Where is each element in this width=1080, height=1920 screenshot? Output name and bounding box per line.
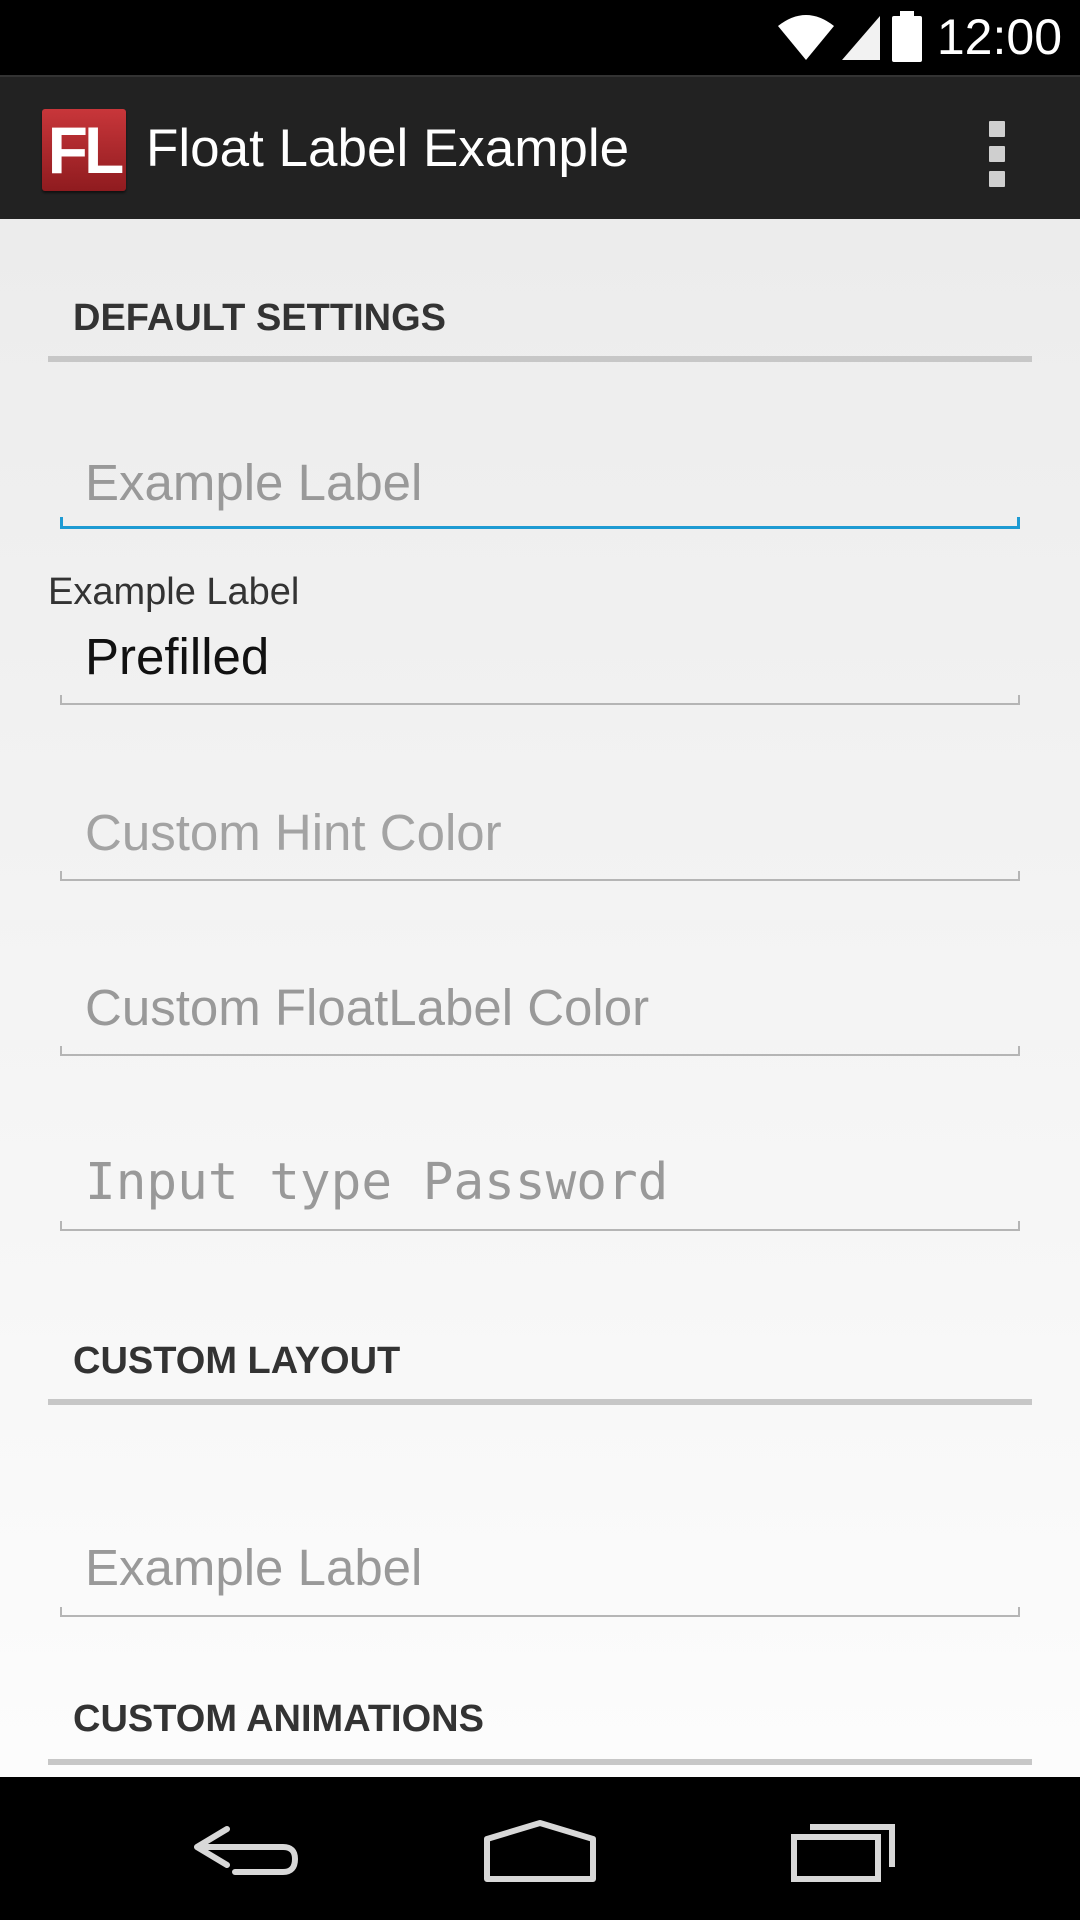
- custom-hint-color-field[interactable]: Custom Hint Color: [60, 799, 1020, 885]
- field-underline: [60, 695, 1020, 705]
- section-divider: [48, 1399, 1032, 1405]
- custom-layout-example-field[interactable]: Example Label: [60, 1536, 1020, 1622]
- app-logo-text: FL: [47, 113, 125, 187]
- custom-layout-example-hint: Example Label: [85, 1539, 423, 1596]
- action-bar: FL Float Label Example: [0, 75, 1080, 219]
- field-underline: [60, 1046, 1020, 1056]
- field-underline: [60, 1607, 1020, 1617]
- content-scroll[interactable]: DEFAULT SETTINGS Example Label Example L…: [0, 219, 1080, 1777]
- wifi-icon: [778, 15, 834, 60]
- status-bar: 12:00: [0, 0, 1080, 75]
- custom-hint-color-hint: Custom Hint Color: [85, 804, 502, 861]
- battery-icon: [892, 16, 922, 62]
- navigation-bar: [0, 1777, 1080, 1920]
- section-divider: [48, 356, 1032, 362]
- app-logo[interactable]: FL: [42, 109, 126, 191]
- home-icon[interactable]: [465, 1797, 615, 1897]
- field-underline: [60, 871, 1020, 881]
- example-label-field[interactable]: Example Label: [60, 439, 1020, 529]
- status-time: 12:00: [936, 9, 1062, 65]
- recents-icon[interactable]: [770, 1797, 920, 1897]
- overflow-menu-icon[interactable]: [970, 117, 1024, 191]
- section-title-custom-animations: CUSTOM ANIMATIONS: [73, 1698, 484, 1740]
- field-underline: [60, 517, 1020, 529]
- custom-floatlabel-color-field[interactable]: Custom FloatLabel Color: [60, 974, 1020, 1060]
- section-title-custom-layout: CUSTOM LAYOUT: [73, 1340, 401, 1382]
- section-title-default-settings: DEFAULT SETTINGS: [73, 297, 446, 339]
- example-label-hint: Example Label: [85, 454, 423, 511]
- field-underline: [60, 1221, 1020, 1231]
- custom-floatlabel-color-hint: Custom FloatLabel Color: [85, 979, 650, 1036]
- signal-icon: [842, 16, 880, 60]
- prefilled-float-label: Example Label: [48, 571, 300, 613]
- prefilled-value: Prefilled: [85, 628, 270, 685]
- status-icons: [778, 11, 922, 62]
- section-divider: [48, 1759, 1032, 1765]
- password-field[interactable]: Input type Password: [60, 1149, 1020, 1235]
- prefilled-field[interactable]: Prefilled: [60, 619, 1020, 705]
- back-icon[interactable]: [165, 1797, 315, 1897]
- app-title: Float Label Example: [146, 119, 630, 178]
- password-hint: Input type Password: [85, 1153, 669, 1212]
